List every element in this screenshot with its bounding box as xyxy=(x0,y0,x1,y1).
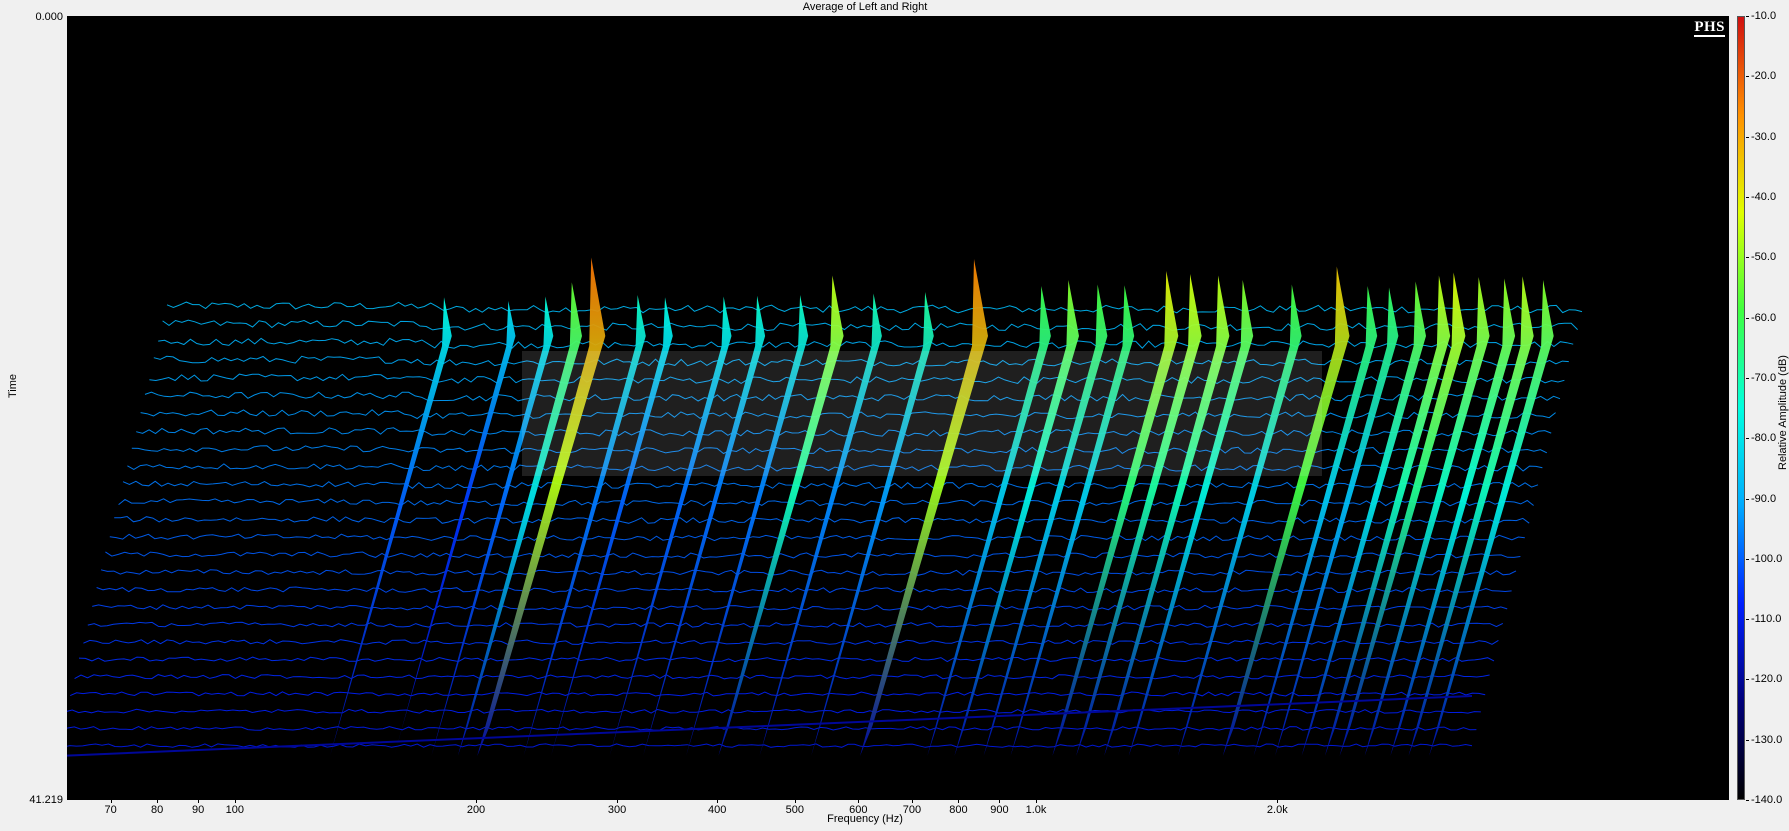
colorbar-tick-mark xyxy=(1746,16,1749,17)
colorbar-tick-label: -140.0 xyxy=(1751,794,1783,806)
colorbar-tick-mark xyxy=(1746,800,1749,801)
colorbar-tick-label: -60.0 xyxy=(1751,311,1777,324)
colorbar-tick-mark xyxy=(1746,76,1749,78)
x-tick-mark xyxy=(911,800,913,803)
chart-title: Average of Left and Right xyxy=(802,1,928,13)
colorbar xyxy=(1737,16,1745,800)
waterfall-slice xyxy=(118,498,1534,507)
x-tick-mark xyxy=(110,800,112,803)
colorbar-tick-label: -50.0 xyxy=(1751,251,1777,264)
x-tick-mark xyxy=(858,800,860,803)
x-tick-mark xyxy=(617,800,619,803)
x-tick-mark xyxy=(476,800,477,803)
watermark xyxy=(522,351,1322,476)
colorbar-tick-mark xyxy=(1746,558,1749,560)
y-axis-label: Time xyxy=(7,373,19,398)
brand-logo: PHS xyxy=(1694,19,1725,37)
colorbar-tick-label: -100.0 xyxy=(1751,552,1783,565)
colorbar-tick-mark xyxy=(1746,377,1749,379)
resonance-peak xyxy=(1408,276,1534,756)
waterfall-slice xyxy=(109,533,1525,542)
colorbar-tick-label: -30.0 xyxy=(1751,130,1777,143)
colorbar-tick-label: -120.0 xyxy=(1751,673,1783,686)
colorbar-tick-mark xyxy=(1746,196,1749,198)
x-tick-mark xyxy=(157,800,159,803)
resonance-peak xyxy=(330,297,452,756)
colorbar-tick-mark xyxy=(1746,257,1749,259)
colorbar-tick-label: -10.0 xyxy=(1751,10,1777,22)
colorbar-tick-label: -40.0 xyxy=(1751,190,1777,203)
resonance-peak xyxy=(1364,277,1490,756)
resonance-peak xyxy=(718,275,844,756)
x-tick-mark xyxy=(794,800,796,803)
y-tick-top: 0.000 xyxy=(35,11,63,23)
waterfall-slice xyxy=(67,708,1481,714)
waterfall-slice xyxy=(67,726,1477,731)
colorbar-tick-mark xyxy=(1746,739,1749,741)
x-tick-mark xyxy=(958,800,960,803)
x-tick-mark xyxy=(234,800,236,803)
colorbar-tick-label: -70.0 xyxy=(1751,371,1777,384)
waterfall-slice xyxy=(114,515,1530,524)
colorbar-tick-mark xyxy=(1746,498,1749,500)
waterfall-slice xyxy=(122,480,1539,490)
x-tick-mark xyxy=(1036,800,1037,803)
x-tick-mark xyxy=(198,800,200,803)
colorbar-tick-mark xyxy=(1746,317,1749,319)
colorbar-tick-mark xyxy=(1746,438,1749,440)
resonance-peak xyxy=(477,257,606,756)
colorbar-tick-label: -80.0 xyxy=(1751,432,1777,445)
x-tick-mark xyxy=(717,800,719,803)
colorbar-tick-mark xyxy=(1746,136,1749,138)
colorbar-tick-label: -90.0 xyxy=(1751,492,1777,505)
colorbar-tick-mark xyxy=(1746,619,1749,621)
colorbar-label: Relative Amplitude (dB) xyxy=(1777,355,1789,470)
colorbar-tick-label: -20.0 xyxy=(1751,70,1777,83)
x-tick-mark xyxy=(1277,800,1279,803)
waterfall-slice xyxy=(162,319,1578,332)
x-axis-label: Frequency (Hz) xyxy=(827,813,903,825)
waterfall-slice xyxy=(158,337,1574,349)
resonance-peak xyxy=(1429,280,1554,756)
x-tick-mark xyxy=(999,800,1001,803)
colorbar-tick-label: -110.0 xyxy=(1751,613,1782,626)
colorbar-tick-label: -130.0 xyxy=(1751,733,1783,746)
resonance-peak xyxy=(1076,274,1202,756)
x-axis-ticks: 70 80 90 100 200 300 400 500 600 700 800 900 1.0k 2.0… xyxy=(0,800,1789,816)
plot-area: PHS xyxy=(67,16,1729,800)
colorbar-tick-mark xyxy=(1746,679,1749,681)
